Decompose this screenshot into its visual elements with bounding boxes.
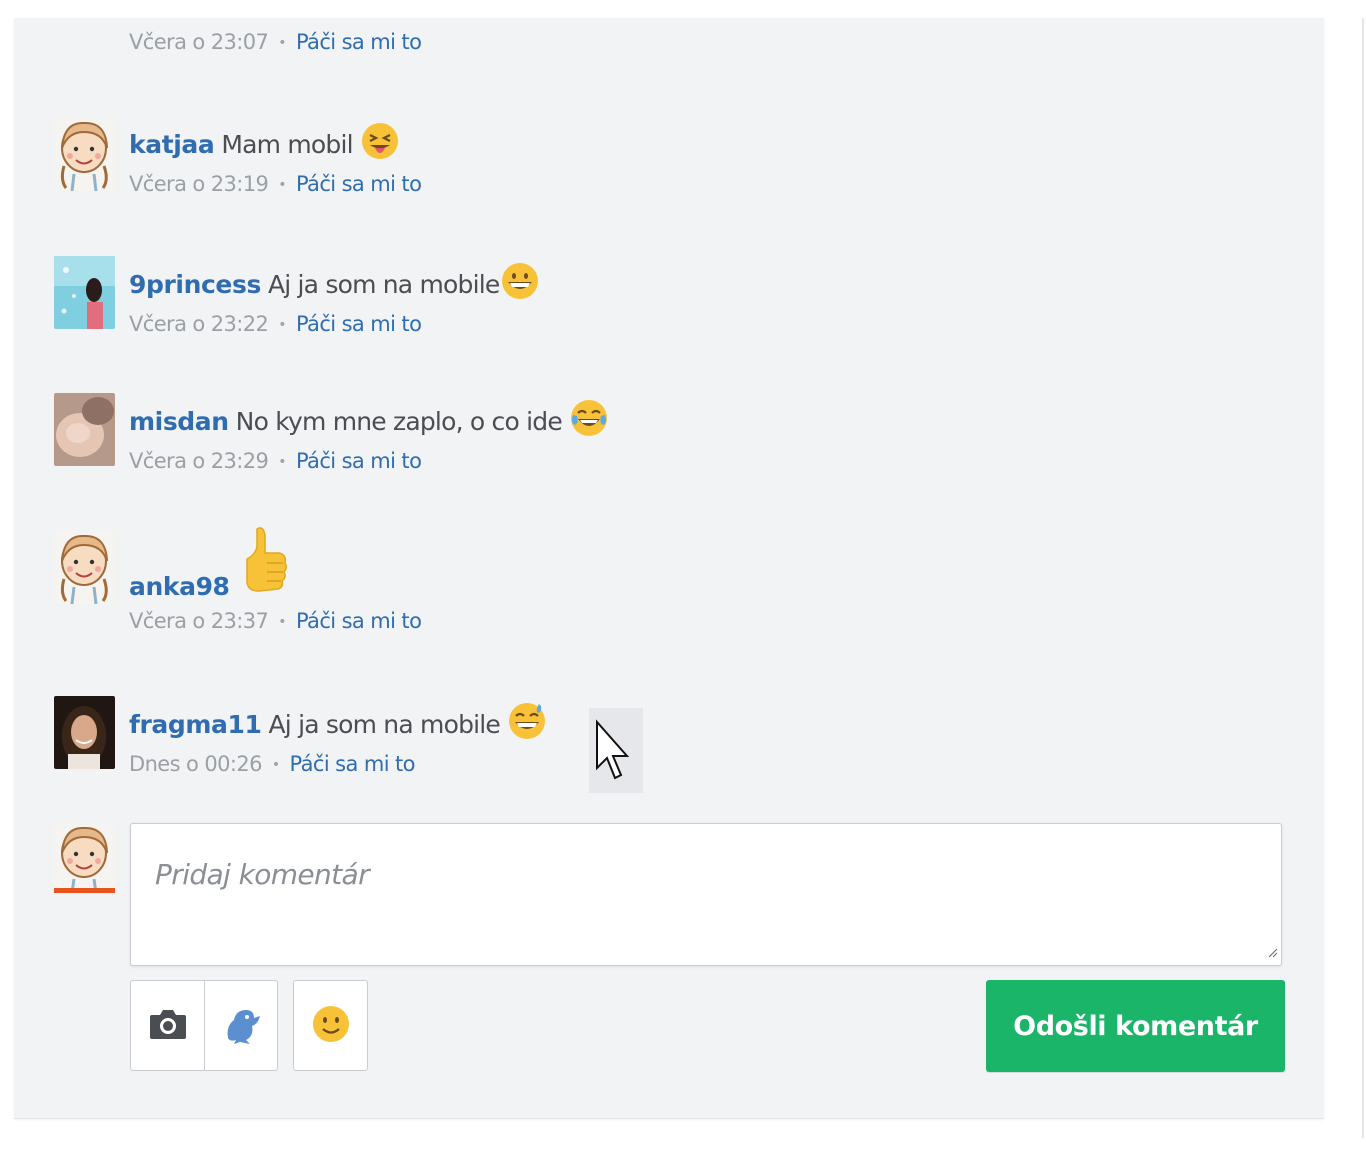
like-link[interactable]: Páči sa mi to — [296, 30, 422, 54]
smiley-icon — [312, 1005, 350, 1047]
user-avatar[interactable] — [54, 118, 115, 191]
comment-time: Včera o 23:37 — [129, 609, 269, 633]
user-avatar[interactable] — [54, 696, 115, 769]
grin-emoji-icon — [501, 262, 539, 306]
like-link[interactable]: Páči sa mi to — [296, 449, 422, 473]
comment-time: Včera o 23:29 — [129, 449, 269, 473]
comment-text: Mam mobil — [221, 129, 353, 159]
user-avatar[interactable] — [54, 393, 115, 466]
sticker-icon — [220, 1002, 264, 1050]
comment-text: Aj ja som na mobile — [267, 269, 500, 299]
current-user-avatar[interactable] — [54, 823, 115, 893]
comment-username[interactable]: fragma11 — [129, 710, 262, 739]
comment-username[interactable]: anka98 — [129, 572, 230, 601]
attachment-tools — [130, 980, 278, 1071]
camera-icon — [148, 1007, 188, 1045]
comment-input-placeholder: Pridaj komentár — [155, 858, 370, 891]
comment-meta: Včera o 23:07 • Páči sa mi to — [129, 30, 422, 54]
meta-separator: • — [278, 35, 286, 51]
emoji-picker-button[interactable] — [293, 980, 368, 1071]
comment-text: Aj ja som na mobile — [268, 709, 501, 739]
comment-username[interactable]: 9princess — [129, 270, 261, 299]
meta-separator: • — [278, 177, 286, 193]
meta-separator: • — [278, 614, 286, 630]
add-sticker-button[interactable] — [205, 981, 278, 1070]
comment-meta: Včera o 23:29 • Páči sa mi to — [129, 449, 1229, 473]
comment-text: No kym mne zaplo, o co ide — [235, 406, 563, 436]
meta-separator: • — [278, 454, 286, 470]
mouse-cursor-icon — [589, 708, 643, 793]
comment-time: Včera o 23:07 — [129, 30, 269, 54]
comment-meta: Dnes o 00:26 • Páči sa mi to — [129, 752, 1229, 776]
user-avatar[interactable] — [54, 256, 115, 329]
comment-time: Dnes o 00:26 — [129, 752, 262, 776]
comment-time: Včera o 23:22 — [129, 312, 269, 336]
avatar-underline — [54, 888, 115, 893]
like-link[interactable]: Páči sa mi to — [290, 752, 416, 776]
resize-handle-icon[interactable] — [1266, 943, 1278, 962]
meta-separator: • — [278, 317, 286, 333]
like-link[interactable]: Páči sa mi to — [296, 172, 422, 196]
meta-separator: • — [271, 757, 280, 773]
tongue-out-emoji-icon — [361, 122, 399, 166]
like-link[interactable]: Páči sa mi to — [296, 609, 422, 633]
comment-meta: Včera o 23:37 • Páči sa mi to — [129, 609, 1229, 633]
user-avatar[interactable] — [54, 531, 115, 604]
comment-username[interactable]: misdan — [129, 407, 229, 436]
send-comment-button[interactable]: Odošli komentár — [986, 980, 1285, 1072]
comment-meta: Včera o 23:19 • Páči sa mi to — [129, 172, 1229, 196]
page-divider — [1362, 18, 1364, 1138]
add-photo-button[interactable] — [131, 981, 204, 1070]
like-link[interactable]: Páči sa mi to — [296, 312, 422, 336]
comment-meta: Včera o 23:22 • Páči sa mi to — [129, 312, 1229, 336]
comment-input[interactable]: Pridaj komentár — [130, 823, 1282, 966]
comment-username[interactable]: katjaa — [129, 130, 215, 159]
tears-of-joy-emoji-icon — [570, 399, 608, 443]
thumbs-up-emoji-icon — [241, 525, 289, 603]
comment-time: Včera o 23:19 — [129, 172, 269, 196]
grin-sweat-emoji-icon — [508, 702, 546, 746]
